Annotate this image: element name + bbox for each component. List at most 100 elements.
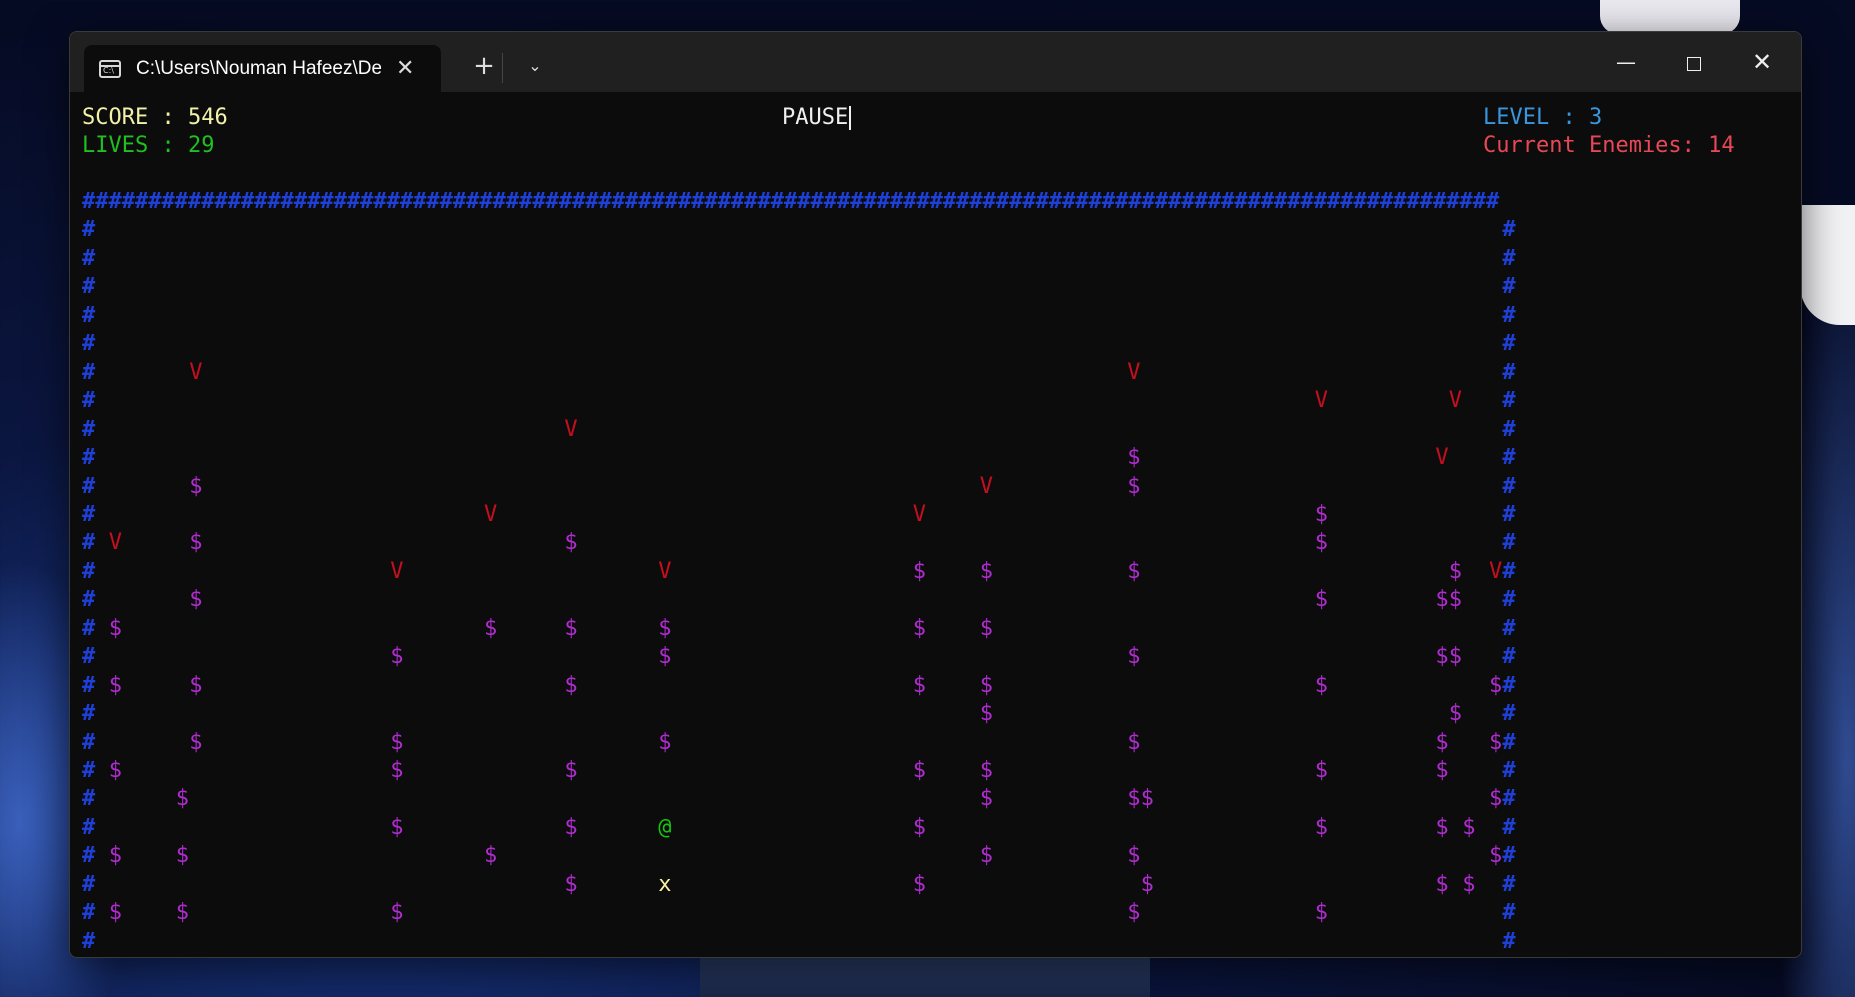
top-wall: ########################################… bbox=[82, 189, 1500, 214]
bottom-wall: ########################################… bbox=[82, 956, 1499, 957]
left-wall-segment: # bbox=[82, 843, 96, 869]
enemy-counter: Current Enemies: 14 bbox=[1483, 133, 1735, 158]
coin: $ bbox=[979, 843, 994, 869]
coin: $ bbox=[912, 758, 927, 783]
wallpaper-shape bbox=[700, 958, 1150, 997]
coin: $ bbox=[1140, 786, 1154, 812]
new-tab-button[interactable]: + bbox=[464, 46, 504, 86]
left-wall-segment: # bbox=[82, 729, 96, 755]
close-tab-icon[interactable]: ✕ bbox=[396, 56, 414, 81]
left-wall-segment: # bbox=[82, 274, 96, 300]
coin: $ bbox=[1314, 758, 1329, 783]
enemy: V bbox=[979, 473, 994, 499]
coin: $ bbox=[1314, 900, 1329, 926]
right-wall-segment: # bbox=[1502, 501, 1516, 527]
coin: $ bbox=[564, 758, 578, 783]
enemy: V bbox=[912, 501, 927, 527]
maximize-button[interactable] bbox=[1660, 32, 1728, 92]
coin: $ bbox=[1140, 871, 1154, 897]
right-wall-segment: # bbox=[1502, 302, 1516, 328]
coin: $ bbox=[912, 672, 927, 698]
level-display: LEVEL : 3 bbox=[1483, 105, 1603, 130]
right-wall-segment: # bbox=[1502, 843, 1516, 869]
coin: $ bbox=[1435, 729, 1449, 755]
command-prompt-icon: C:\ bbox=[99, 59, 121, 78]
enemy: V bbox=[390, 558, 404, 584]
coin: $ bbox=[1435, 871, 1449, 897]
coin: $ bbox=[979, 672, 994, 698]
player: @ bbox=[658, 814, 672, 840]
right-wall-segment: # bbox=[1502, 644, 1516, 670]
right-wall-segment: # bbox=[1502, 672, 1516, 698]
coin: $ bbox=[108, 900, 123, 926]
coin: $ bbox=[912, 814, 927, 840]
coin: $ bbox=[564, 672, 578, 698]
minimize-button[interactable]: — bbox=[1592, 32, 1660, 92]
left-wall-segment: # bbox=[82, 416, 96, 442]
right-wall-segment: # bbox=[1502, 758, 1516, 783]
coin: $ bbox=[1448, 701, 1463, 727]
coin: $ bbox=[1314, 501, 1329, 527]
left-wall-segment: # bbox=[82, 644, 96, 670]
close-window-button[interactable]: ✕ bbox=[1728, 32, 1796, 92]
coin: $ bbox=[912, 615, 927, 641]
enemy: V bbox=[189, 359, 203, 385]
left-wall-segment: # bbox=[82, 814, 96, 840]
left-wall-segment: # bbox=[82, 615, 96, 641]
left-wall-segment: # bbox=[82, 558, 96, 584]
coin: $ bbox=[564, 615, 578, 641]
left-wall-segment: # bbox=[82, 701, 96, 727]
right-wall-segment: # bbox=[1502, 814, 1516, 840]
console-area[interactable]: SCORE : 546 LIVES : 29 PAUSE LEVEL : 3 C… bbox=[70, 92, 1801, 957]
right-wall-segment: # bbox=[1502, 928, 1516, 954]
right-wall-segment: # bbox=[1502, 786, 1516, 812]
coin: $ bbox=[390, 729, 404, 755]
coin: $ bbox=[1127, 843, 1141, 869]
tab-title: C:\Users\Nouman Hafeez\Des bbox=[136, 57, 381, 79]
coin: $ bbox=[484, 615, 498, 641]
tab-separator bbox=[502, 53, 503, 83]
maximize-icon bbox=[1687, 56, 1701, 71]
coin: $ bbox=[1314, 530, 1329, 556]
chevron-down-icon[interactable]: ⌄ bbox=[515, 46, 555, 86]
left-wall-segment: # bbox=[82, 530, 96, 556]
coin: $ bbox=[1489, 843, 1503, 869]
coin: $ bbox=[564, 814, 578, 840]
left-wall-segment: # bbox=[82, 445, 96, 471]
coin: $ bbox=[1435, 587, 1449, 613]
terminal-tab[interactable]: C:\ C:\Users\Nouman Hafeez\Des ✕ bbox=[84, 45, 441, 92]
text-cursor bbox=[849, 106, 852, 130]
coin: $ bbox=[912, 871, 927, 897]
wallpaper-shape bbox=[1600, 0, 1740, 34]
coin: $ bbox=[979, 786, 994, 812]
coin: $ bbox=[564, 871, 578, 897]
title-bar[interactable]: C:\ C:\Users\Nouman Hafeez\Des ✕ + ⌄ — ✕ bbox=[70, 32, 1801, 92]
coin: $ bbox=[175, 843, 190, 869]
right-wall-segment: # bbox=[1502, 274, 1516, 300]
coin: $ bbox=[189, 672, 203, 698]
coin: $ bbox=[189, 473, 203, 499]
coin: $ bbox=[979, 701, 994, 727]
left-wall-segment: # bbox=[82, 359, 96, 385]
coin: $ bbox=[564, 530, 578, 556]
score-display: SCORE : 546 bbox=[82, 105, 228, 130]
coin: $ bbox=[658, 729, 672, 755]
bullet: x bbox=[658, 871, 672, 897]
left-wall-segment: # bbox=[82, 672, 96, 698]
coin: $ bbox=[1314, 672, 1329, 698]
left-wall-segment: # bbox=[82, 928, 96, 954]
enemy: V bbox=[658, 558, 672, 584]
coin: $ bbox=[108, 672, 123, 698]
right-wall-segment: # bbox=[1502, 729, 1516, 755]
enemy: V bbox=[1448, 388, 1463, 414]
coin: $ bbox=[1448, 558, 1463, 584]
pause-status: PAUSE bbox=[782, 104, 852, 132]
wallpaper-shape bbox=[1800, 205, 1855, 325]
right-wall-segment: # bbox=[1502, 558, 1516, 584]
right-wall-segment: # bbox=[1502, 615, 1516, 641]
coin: $ bbox=[1462, 871, 1476, 897]
coin: $ bbox=[658, 615, 672, 641]
coin: $ bbox=[1435, 814, 1449, 840]
enemy: V bbox=[108, 530, 123, 556]
left-wall-segment: # bbox=[82, 217, 96, 243]
